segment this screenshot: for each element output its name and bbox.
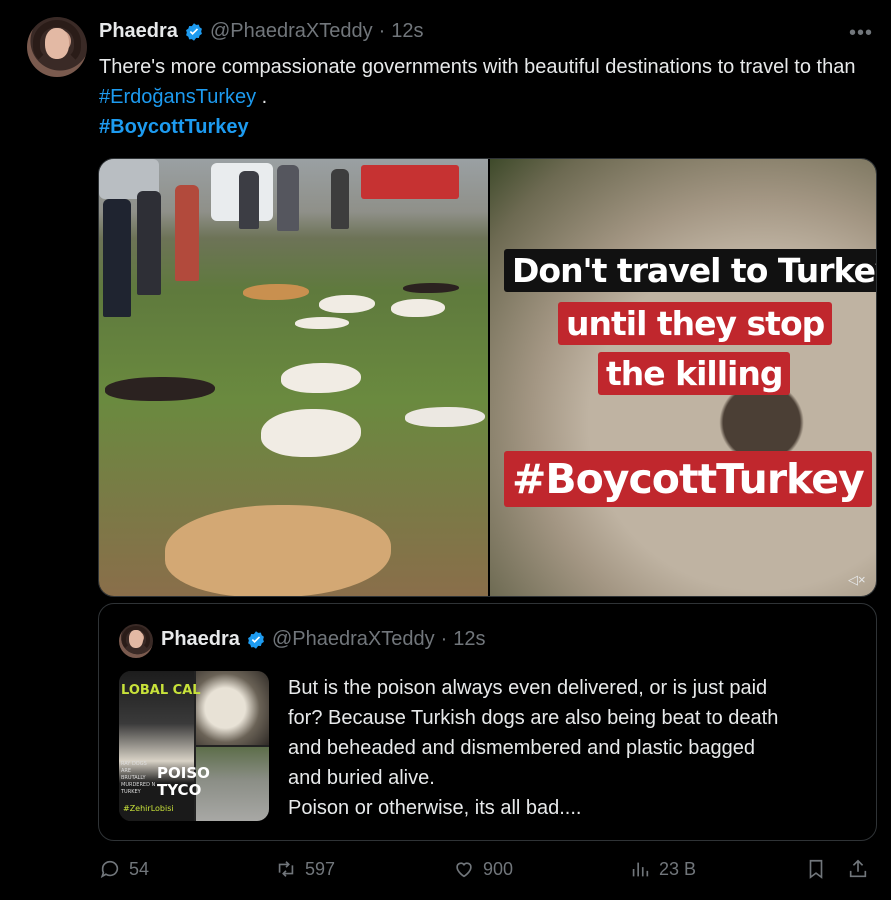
dog-shape	[405, 407, 485, 427]
person-red-jacket-figure	[175, 185, 199, 281]
tweet-header: Phaedra @PhaedraXTeddy · 12s	[99, 20, 424, 43]
tweet-text-part1: There's more compassionate governments w…	[99, 56, 856, 78]
quoted-text-line: and beheaded and dismembered and plastic…	[288, 737, 756, 759]
poster-line-3: the killing	[598, 352, 791, 395]
author-avatar[interactable]	[27, 17, 87, 77]
quoted-author-handle: @PhaedraXTeddy	[271, 628, 435, 650]
poster-line-1: Don't travel to Turkey	[504, 249, 876, 292]
thumb-poison-text: POISO TYCO	[157, 764, 210, 799]
officer-figure	[103, 199, 131, 317]
mute-icon[interactable]: ◁×	[848, 572, 870, 590]
dog-shape	[105, 377, 215, 401]
dogs-field-photo[interactable]	[99, 159, 488, 596]
quoted-author-avatar[interactable]	[119, 624, 153, 658]
heart-icon	[456, 862, 472, 878]
hashtag-boycottturkey[interactable]: #BoycottTurkey	[99, 116, 249, 138]
dog-shape	[391, 299, 445, 317]
views-count: 23 B	[659, 858, 697, 879]
quoted-timestamp: 12s	[453, 628, 486, 650]
author-handle[interactable]: @PhaedraXTeddy	[210, 20, 373, 43]
quoted-text-line: Poison or otherwise, its all bad....	[288, 797, 582, 819]
verified-badge-icon	[246, 630, 266, 650]
hashtag-erdogansturkey[interactable]: #ErdoğansTurkey	[99, 86, 256, 108]
reply-button[interactable]: 54	[99, 858, 149, 880]
views-chart-icon	[632, 862, 649, 877]
dog-shape	[319, 295, 375, 313]
share-icon	[849, 859, 867, 878]
header-separator: ·	[378, 20, 386, 42]
person-figure	[239, 171, 259, 229]
dog-shape	[261, 409, 361, 457]
quoted-text-line: But is the poison always even delivered,…	[288, 677, 768, 699]
views-button[interactable]: 23 B	[629, 858, 696, 880]
like-button[interactable]: 900	[453, 858, 513, 880]
author-name[interactable]: Phaedra	[99, 20, 178, 43]
dog-shape	[403, 283, 459, 293]
like-count: 900	[483, 858, 514, 879]
thumb-hashtag-text: #ZehirLobisi	[123, 804, 174, 813]
tweet-media[interactable]: Don't travel to Turkey until they stop t…	[98, 158, 877, 597]
tweet-body: There's more compassionate governments w…	[99, 52, 869, 142]
bookmark-icon	[809, 859, 823, 879]
reply-icon	[100, 860, 119, 879]
tweet-action-bar: 54 597 900 23 B	[99, 858, 875, 888]
red-truck-shape	[361, 165, 459, 199]
more-options-icon[interactable]: •••	[849, 22, 873, 45]
bookmark-button[interactable]	[805, 858, 827, 880]
dog-shape	[295, 317, 349, 329]
thumb-dog-panel	[196, 671, 269, 745]
person-figure	[277, 165, 299, 231]
boycott-poster-image[interactable]: Don't travel to Turkey until they stop t…	[490, 159, 876, 596]
dog-shape	[243, 284, 309, 300]
person-figure	[331, 169, 349, 229]
dog-foreground-shape	[165, 505, 391, 596]
quoted-text-line: for? Because Turkish dogs are also being…	[288, 707, 779, 729]
avatar-face	[45, 27, 69, 59]
dog-shape	[281, 363, 361, 393]
thumb-small-text: RAY DOGS ARE BRUTALLY MURDERED N TURKEY	[121, 761, 156, 795]
poster-line-2: until they stop	[558, 302, 833, 345]
reply-count: 54	[129, 858, 150, 879]
person-figure	[137, 191, 161, 295]
tweet-text-part2: .	[256, 86, 268, 108]
quoted-tweet[interactable]: Phaedra @PhaedraXTeddy · 12s LOBAL CAL R…	[98, 603, 877, 841]
thumb-title-text: LOBAL CAL	[121, 683, 201, 698]
quoted-author-name: Phaedra	[161, 628, 240, 650]
poster-hashtag: #BoycottTurkey	[504, 451, 872, 507]
share-button[interactable]	[847, 858, 869, 880]
header-separator: ·	[440, 628, 448, 650]
quoted-media-thumbnail[interactable]: LOBAL CAL RAY DOGS ARE BRUTALLY MURDERED…	[119, 671, 269, 821]
tweet-timestamp[interactable]: 12s	[391, 20, 423, 43]
quoted-text-line: and buried alive.	[288, 767, 435, 789]
repost-count: 597	[305, 858, 336, 879]
avatar-face	[129, 630, 143, 648]
verified-badge-icon[interactable]	[184, 22, 204, 42]
repost-button[interactable]: 597	[275, 858, 335, 880]
quoted-tweet-header: Phaedra @PhaedraXTeddy · 12s	[161, 628, 486, 651]
repost-icon	[278, 861, 294, 877]
quoted-tweet-body: But is the poison always even delivered,…	[288, 673, 868, 823]
